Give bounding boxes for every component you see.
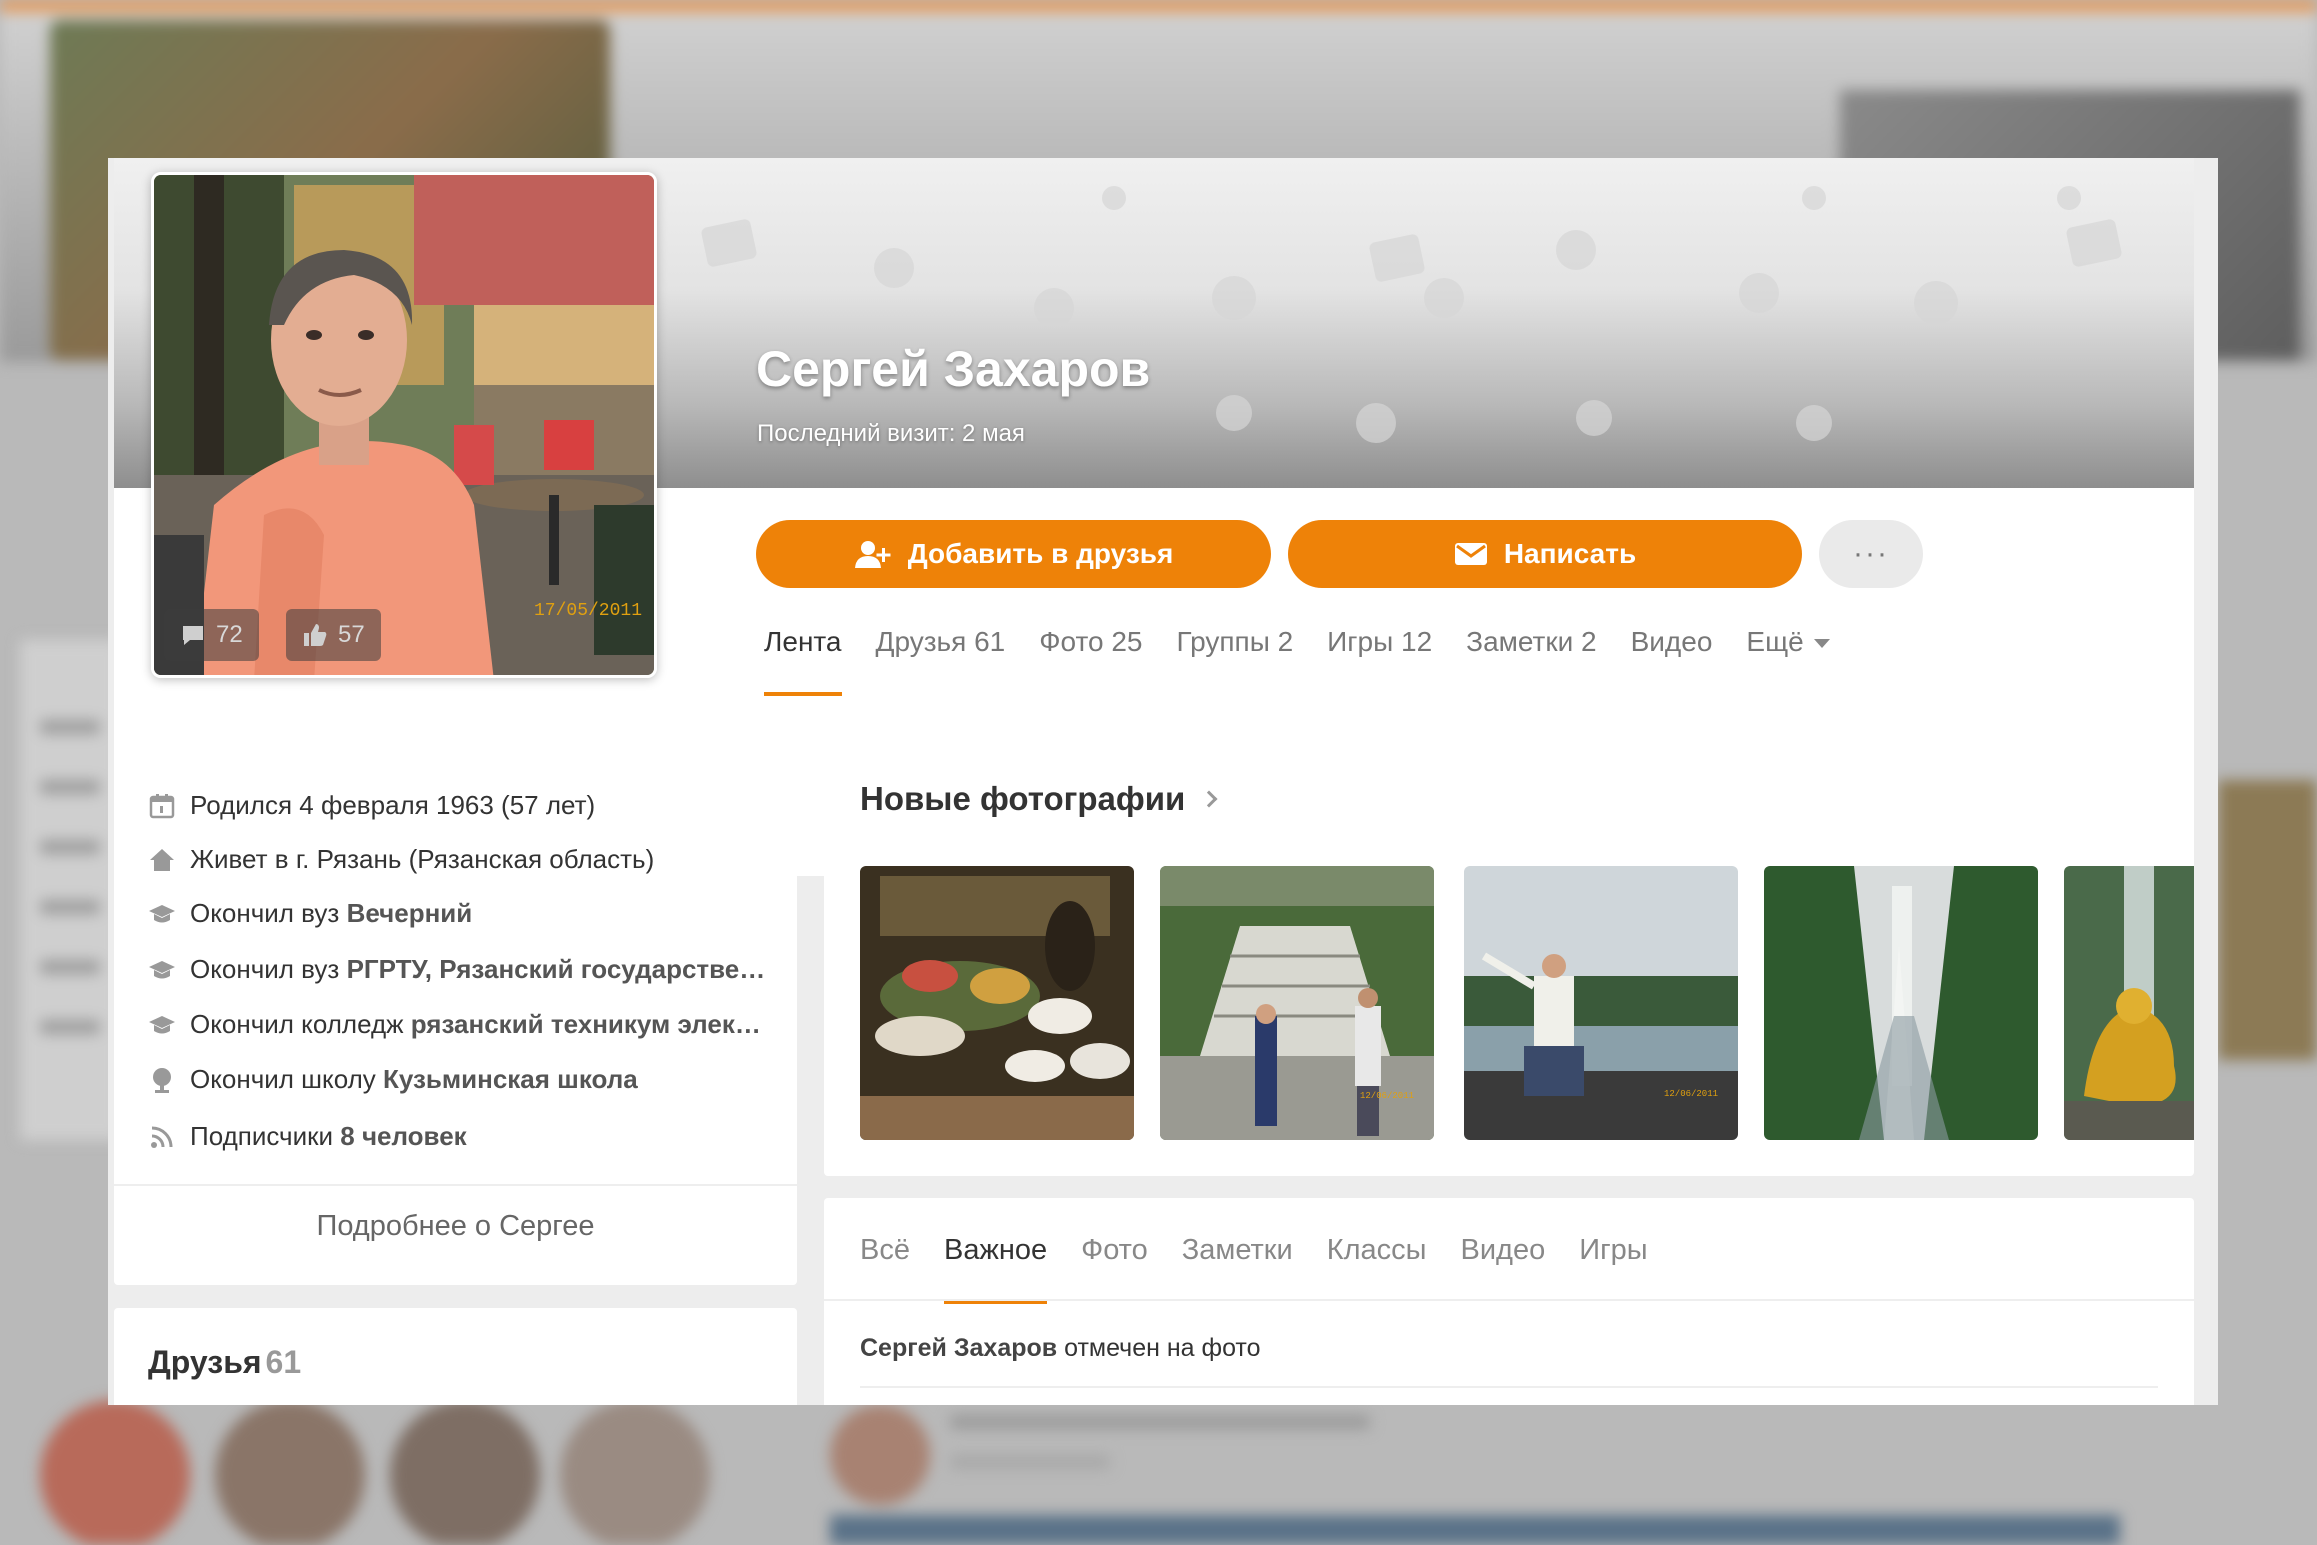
friends-title[interactable]: Друзья 61 [148, 1344, 301, 1381]
photo-thumb-2[interactable]: 12/06/2011 [1160, 866, 1434, 1140]
info-edu-3: Окончил колледж рязанский техникум элек… [148, 1009, 761, 1040]
feed-tab-games[interactable]: Игры [1579, 1234, 1647, 1267]
add-friend-button[interactable]: Добавить в друзья [756, 520, 1271, 588]
photo-thumb-3[interactable]: 12/06/2011 [1464, 866, 1738, 1140]
school-icon [148, 1066, 176, 1094]
new-photos-title-label: Новые фотографии [860, 780, 1186, 817]
photo-date-stamp: 12/06/2011 [1664, 1089, 1718, 1099]
info-edu-1-name[interactable]: Вечерний [347, 898, 473, 928]
profile-tab-notes[interactable]: Заметки 2 [1466, 626, 1596, 676]
photo-thumb-4[interactable] [1764, 866, 2038, 1140]
chevron-down-icon [1813, 639, 1830, 649]
new-photos-title[interactable]: Новые фотографии [860, 780, 1218, 818]
avatar-comments-count: 72 [216, 621, 243, 648]
envelope-icon [1454, 543, 1487, 565]
friends-panel: Друзья 61 [114, 1308, 797, 1405]
profile-name: Сергей Захаров [756, 341, 1151, 397]
more-about-link[interactable]: Подробнее о Сергее [114, 1210, 797, 1243]
comment-icon [183, 626, 203, 645]
info-edu-2-prefix: Окончил вуз [190, 954, 340, 984]
info-lives-text: Живет в г. Рязань (Рязанская область) [190, 844, 655, 874]
profile-tab-friends[interactable]: Друзья 61 [876, 626, 1006, 676]
info-subscribers-prefix: Подписчики [190, 1121, 334, 1151]
info-school: Окончил школу Кузьминская школа [148, 1064, 638, 1095]
avatar-likes-count: 57 [338, 621, 365, 648]
more-actions-button[interactable]: ··· [1819, 520, 1923, 588]
profile-tab-video[interactable]: Видео [1631, 626, 1713, 676]
profile-tab-more[interactable]: Ещё [1746, 626, 1830, 676]
graduation-cap-icon [148, 956, 176, 984]
feed-entry: Сергей Захаров отмечен на фото [860, 1334, 1261, 1363]
profile-tab-games[interactable]: Игры 12 [1327, 626, 1432, 676]
write-message-button[interactable]: Написать [1288, 520, 1802, 588]
profile-nav: Лента Друзья 61 Фото 25 Группы 2 Игры 12… [764, 626, 1864, 696]
feed-entry-text: отмечен на фото [1057, 1334, 1261, 1362]
info-born-text: Родился 4 февраля 1963 (57 лет) [190, 790, 596, 820]
feed-tab-video[interactable]: Видео [1460, 1234, 1545, 1267]
rss-icon [148, 1123, 176, 1151]
feed-tab-photo[interactable]: Фото [1081, 1234, 1148, 1267]
divider [114, 1184, 797, 1186]
graduation-cap-icon [148, 900, 176, 928]
info-school-prefix: Окончил школу [190, 1064, 376, 1094]
info-edu-2: Окончил вуз РГРТУ, Рязанский государстве… [148, 954, 765, 985]
info-subscribers-value[interactable]: 8 человек [340, 1121, 466, 1151]
calendar-icon [148, 792, 176, 820]
info-born: Родился 4 февраля 1963 (57 лет) [148, 790, 595, 821]
about-panel: Родился 4 февраля 1963 (57 лет) Живет в … [114, 744, 797, 1285]
feed-entry-author[interactable]: Сергей Захаров [860, 1334, 1057, 1362]
profile-card: Сергей Захаров Последний визит: 2 мая 17… [108, 158, 2218, 1405]
write-message-label: Написать [1503, 538, 1637, 569]
last-visit: Последний визит: 2 мая [757, 420, 1025, 447]
feed-tab-important[interactable]: Важное [943, 1234, 1048, 1304]
avatar-photo: 17/05/2011 [154, 175, 654, 675]
avatar-likes-badge[interactable]: 57 [286, 609, 381, 661]
friends-count: 61 [265, 1344, 302, 1380]
feed-tabs: Всё Важное Фото Заметки Классы Видео Игр… [860, 1234, 1682, 1304]
info-subscribers: Подписчики 8 человек [148, 1121, 467, 1152]
profile-avatar[interactable]: 17/05/2011 72 57 [151, 172, 657, 678]
profile-tab-groups[interactable]: Группы 2 [1177, 626, 1294, 676]
add-friend-label: Добавить в друзья [907, 538, 1174, 569]
add-user-icon [854, 541, 891, 568]
photo-date-stamp: 12/06/2011 [1360, 1091, 1414, 1101]
photo-thumb-1[interactable] [860, 866, 1134, 1140]
photo-thumb-5[interactable] [2064, 866, 2194, 1140]
divider [860, 1386, 2158, 1388]
chevron-right-icon [1200, 790, 1218, 808]
feed-panel: Всё Важное Фото Заметки Классы Видео Игр… [824, 1198, 2194, 1405]
info-edu-3-name[interactable]: рязанский техникум элек… [411, 1009, 761, 1039]
info-edu-2-name[interactable]: РГРТУ, Рязанский государстве… [347, 954, 766, 984]
feed-tab-notes[interactable]: Заметки [1182, 1234, 1293, 1267]
avatar-comments-badge[interactable]: 72 [164, 609, 259, 661]
profile-tab-feed[interactable]: Лента [764, 626, 842, 696]
feed-tab-all[interactable]: Всё [860, 1234, 910, 1267]
info-school-name[interactable]: Кузьминская школа [383, 1064, 638, 1094]
new-photos-panel: Новые фотографии 12/06/2011 12/06/2011 [824, 744, 2194, 1176]
graduation-cap-icon [148, 1011, 176, 1039]
info-edu-1-prefix: Окончил вуз [190, 898, 340, 928]
divider [824, 1299, 2194, 1301]
info-lives: Живет в г. Рязань (Рязанская область) [148, 844, 654, 875]
photo-date-stamp: 17/05/2011 [534, 601, 642, 621]
profile-tab-photos[interactable]: Фото 25 [1039, 626, 1142, 676]
home-icon [148, 846, 176, 874]
feed-tab-classes[interactable]: Классы [1327, 1234, 1427, 1267]
info-edu-3-prefix: Окончил колледж [190, 1009, 404, 1039]
info-edu-1: Окончил вуз Вечерний [148, 898, 472, 929]
friends-title-label: Друзья [148, 1344, 262, 1380]
thumbs-up-icon [304, 624, 327, 646]
